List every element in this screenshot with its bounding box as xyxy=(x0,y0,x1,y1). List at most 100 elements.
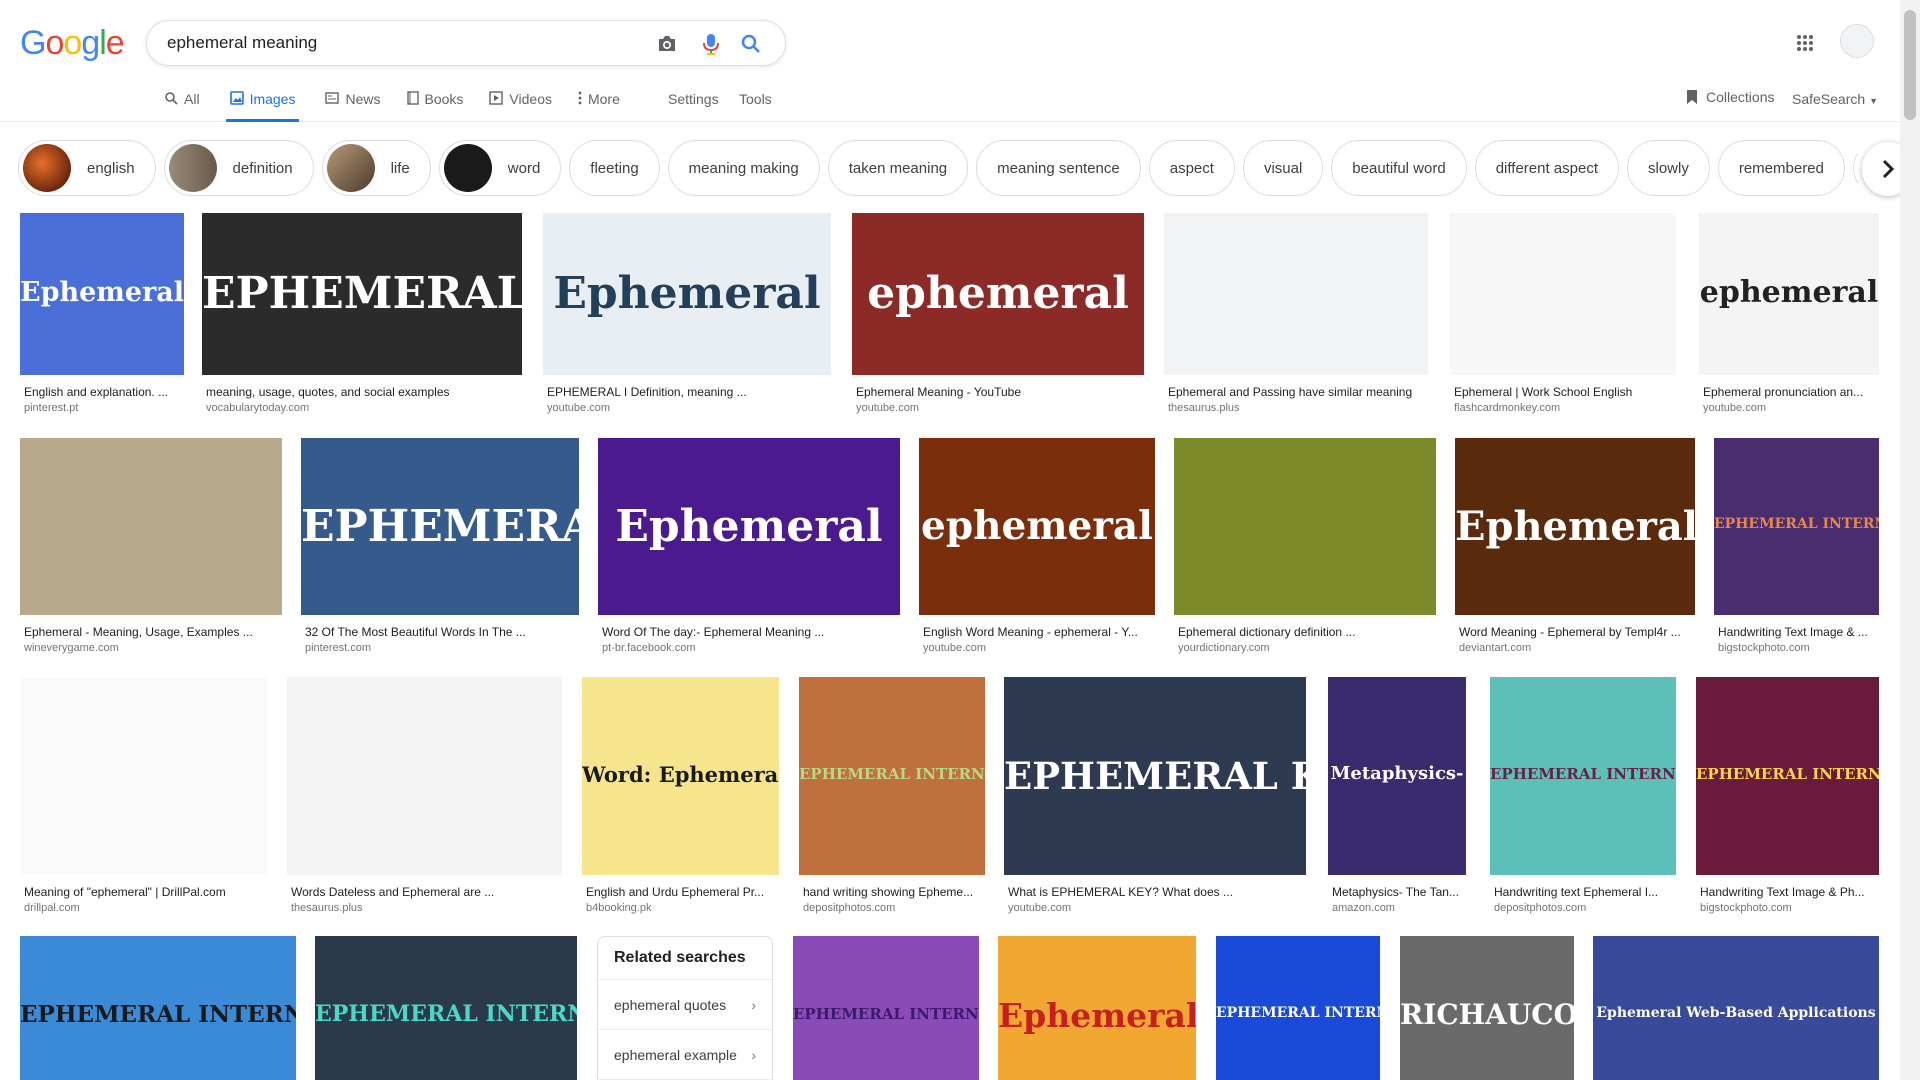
result-thumbnail[interactable]: ephemeral xyxy=(919,438,1155,615)
image-result[interactable]: EPHEMERAL INTERNET! Handwriting Text Imag… xyxy=(1714,438,1879,654)
image-result[interactable]: EPHEMERAL KEY What is EPHEMERAL KEY? What… xyxy=(1004,677,1306,914)
result-title[interactable]: Ephemeral Meaning - YouTube xyxy=(852,385,1144,399)
tab-videos[interactable]: Videos xyxy=(489,88,552,122)
chip-meaning-sentence[interactable]: meaning sentence xyxy=(976,140,1141,196)
settings-link[interactable]: Settings xyxy=(668,91,719,107)
result-thumbnail[interactable]: Ephemeral xyxy=(1455,438,1695,615)
result-thumbnail[interactable] xyxy=(1164,213,1428,375)
result-thumbnail[interactable]: EPHEMERAL INTERNET! xyxy=(20,936,296,1080)
scrollbar-thumb[interactable] xyxy=(1904,10,1916,120)
chip-remembered[interactable]: remembered xyxy=(1717,140,1845,196)
result-title[interactable]: Meaning of "ephemeral" | DrillPal.com xyxy=(20,885,268,899)
result-thumbnail[interactable] xyxy=(1174,438,1436,615)
result-thumbnail[interactable]: Ephemeral xyxy=(998,936,1196,1080)
result-title[interactable]: What is EPHEMERAL KEY? What does ... xyxy=(1004,885,1306,899)
chip-different-aspect[interactable]: different aspect xyxy=(1474,140,1619,196)
image-result[interactable]: Ephemeral Word Meaning - Ephemeral by Tem… xyxy=(1455,438,1695,654)
related-search-item[interactable]: ephemeral example › xyxy=(598,1030,772,1080)
image-result[interactable]: Ephemeral | Work School English flashcard… xyxy=(1450,213,1676,414)
image-result[interactable]: EPHEMERAL 32 Of The Most Beautiful Words … xyxy=(301,438,579,654)
result-thumbnail[interactable]: Word: Ephemeral xyxy=(582,677,779,875)
image-result[interactable]: Ephemeral xyxy=(998,936,1196,1080)
result-title[interactable]: EPHEMERAL I Definition, meaning ... xyxy=(543,385,831,399)
result-thumbnail[interactable]: EPHEMERAL KEY xyxy=(1004,677,1306,875)
camera-icon[interactable] xyxy=(655,32,679,56)
search-input[interactable] xyxy=(167,29,637,57)
result-thumbnail[interactable] xyxy=(1450,213,1676,375)
result-title[interactable]: English Word Meaning - ephemeral - Y... xyxy=(919,625,1155,639)
search-icon[interactable] xyxy=(739,32,763,56)
image-result[interactable]: Meaning of "ephemeral" | DrillPal.com dri… xyxy=(20,677,268,914)
result-title[interactable]: Handwriting text Ephemeral I... xyxy=(1490,885,1676,899)
related-search-item[interactable]: ephemeral quotes › xyxy=(598,980,772,1030)
result-title[interactable]: Handwriting Text Image & ... xyxy=(1714,625,1879,639)
chip-life[interactable]: life xyxy=(321,140,431,196)
image-result[interactable]: Metaphysics- Metaphysics- The Tan... amazo… xyxy=(1328,677,1466,914)
image-result[interactable]: Ephemeral Web-Based Applications xyxy=(1593,936,1879,1080)
image-result[interactable]: Word: Ephemeral English and Urdu Ephemera… xyxy=(582,677,779,914)
chip-aspect[interactable]: aspect xyxy=(1148,140,1235,196)
chip-definition[interactable]: definition xyxy=(163,140,314,196)
image-result[interactable]: EPHEMERAL INTERNET! xyxy=(20,936,296,1080)
chip-meaning-making[interactable]: meaning making xyxy=(667,140,820,196)
chip-slowly[interactable]: slowly xyxy=(1627,140,1710,196)
image-result[interactable]: Ephemeral dictionary definition ... yourd… xyxy=(1174,438,1436,654)
result-thumbnail[interactable]: EPHEMERAL INTERNET! xyxy=(1696,677,1879,875)
chip-taken-meaning[interactable]: taken meaning xyxy=(827,140,969,196)
result-title[interactable]: Ephemeral - Meaning, Usage, Examples ... xyxy=(20,625,282,639)
result-title[interactable]: Word Meaning - Ephemeral by Templ4r ... xyxy=(1455,625,1695,639)
result-thumbnail[interactable]: ephemeral xyxy=(1699,213,1879,375)
tools-link[interactable]: Tools xyxy=(739,91,772,107)
result-title[interactable]: 32 Of The Most Beautiful Words In The ..… xyxy=(301,625,579,639)
result-thumbnail[interactable]: EPHEMERAL xyxy=(202,213,522,375)
result-thumbnail[interactable]: EPHEMERAL INTERNET! xyxy=(1490,677,1676,875)
result-thumbnail[interactable] xyxy=(20,677,268,875)
image-result[interactable]: Ephemeral EPHEMERAL I Definition, meaning… xyxy=(543,213,831,414)
result-thumbnail[interactable]: EPHEMERAL INTERNET! xyxy=(793,936,979,1080)
account-avatar[interactable] xyxy=(1840,24,1874,58)
result-thumbnail[interactable]: ephemeral xyxy=(852,213,1144,375)
result-title[interactable]: meaning, usage, quotes, and social examp… xyxy=(202,385,522,399)
chip-english[interactable]: english xyxy=(18,140,156,196)
apps-grid-icon[interactable] xyxy=(1790,28,1820,58)
tab-news[interactable]: News xyxy=(325,88,381,122)
image-result[interactable]: EPHEMERAL INTERNET! xyxy=(793,936,979,1080)
result-thumbnail[interactable]: Ephemeral xyxy=(543,213,831,375)
image-result[interactable]: EPHEMERAL INTERNET! Handwriting text Ephe… xyxy=(1490,677,1676,914)
result-title[interactable]: Ephemeral | Work School English xyxy=(1450,385,1676,399)
image-result[interactable]: Ephemeral and Passing have similar meani… xyxy=(1164,213,1428,414)
chip-word[interactable]: word xyxy=(438,140,562,196)
result-title[interactable]: Ephemeral pronunciation an... xyxy=(1699,385,1879,399)
tab-images[interactable]: Images xyxy=(225,88,300,122)
result-title[interactable]: Words Dateless and Ephemeral are ... xyxy=(287,885,562,899)
result-thumbnail[interactable]: EPHEMERAL xyxy=(301,438,579,615)
result-thumbnail[interactable]: Ephemeral xyxy=(598,438,900,615)
tab-more[interactable]: More xyxy=(578,88,620,122)
result-thumbnail[interactable]: EPHEMERAL INTERNET! xyxy=(1714,438,1879,615)
result-thumbnail[interactable]: EPHEMERAL INTERNET! xyxy=(315,936,577,1080)
image-result[interactable]: Ephemeral English and explanation. ... pin… xyxy=(20,213,184,414)
image-result[interactable]: EPHEMERAL INTERNET! xyxy=(315,936,577,1080)
result-title[interactable]: Handwriting Text Image & Ph... xyxy=(1696,885,1879,899)
collections-link[interactable]: Collections xyxy=(1686,89,1774,108)
image-result[interactable]: EPHEMERAL meaning, usage, quotes, and soc… xyxy=(202,213,522,414)
image-result[interactable]: ephemeral Ephemeral pronunciation an... yo… xyxy=(1699,213,1879,414)
image-result[interactable]: EPHEMERAL INTERNET! Handwriting Text Imag… xyxy=(1696,677,1879,914)
chip-devoid[interactable]: devoid xyxy=(1852,140,1858,196)
image-result[interactable]: RICHAUCOIN xyxy=(1400,936,1574,1080)
result-title[interactable]: English and explanation. ... xyxy=(20,385,184,399)
chip-fleeting[interactable]: fleeting xyxy=(569,140,660,196)
chip-visual[interactable]: visual xyxy=(1242,140,1324,196)
result-title[interactable]: English and Urdu Ephemeral Pr... xyxy=(582,885,779,899)
result-title[interactable]: Ephemeral dictionary definition ... xyxy=(1174,625,1436,639)
image-result[interactable]: ephemeral English Word Meaning - ephemera… xyxy=(919,438,1155,654)
result-title[interactable]: hand writing showing Epheme... xyxy=(799,885,985,899)
image-result[interactable]: EPHEMERAL INTERNET! hand writing showing … xyxy=(799,677,985,914)
image-result[interactable]: Words Dateless and Ephemeral are ... thes… xyxy=(287,677,562,914)
page-scrollbar[interactable] xyxy=(1900,0,1920,1080)
safesearch-menu[interactable]: SafeSearch ▼ xyxy=(1792,91,1878,107)
image-result[interactable]: ephemeral Ephemeral Meaning - YouTube yout… xyxy=(852,213,1144,414)
result-title[interactable]: Word Of The day:- Ephemeral Meaning ... xyxy=(598,625,900,639)
tab-books[interactable]: Books xyxy=(406,88,463,122)
result-title[interactable]: Ephemeral and Passing have similar meani… xyxy=(1164,385,1428,399)
